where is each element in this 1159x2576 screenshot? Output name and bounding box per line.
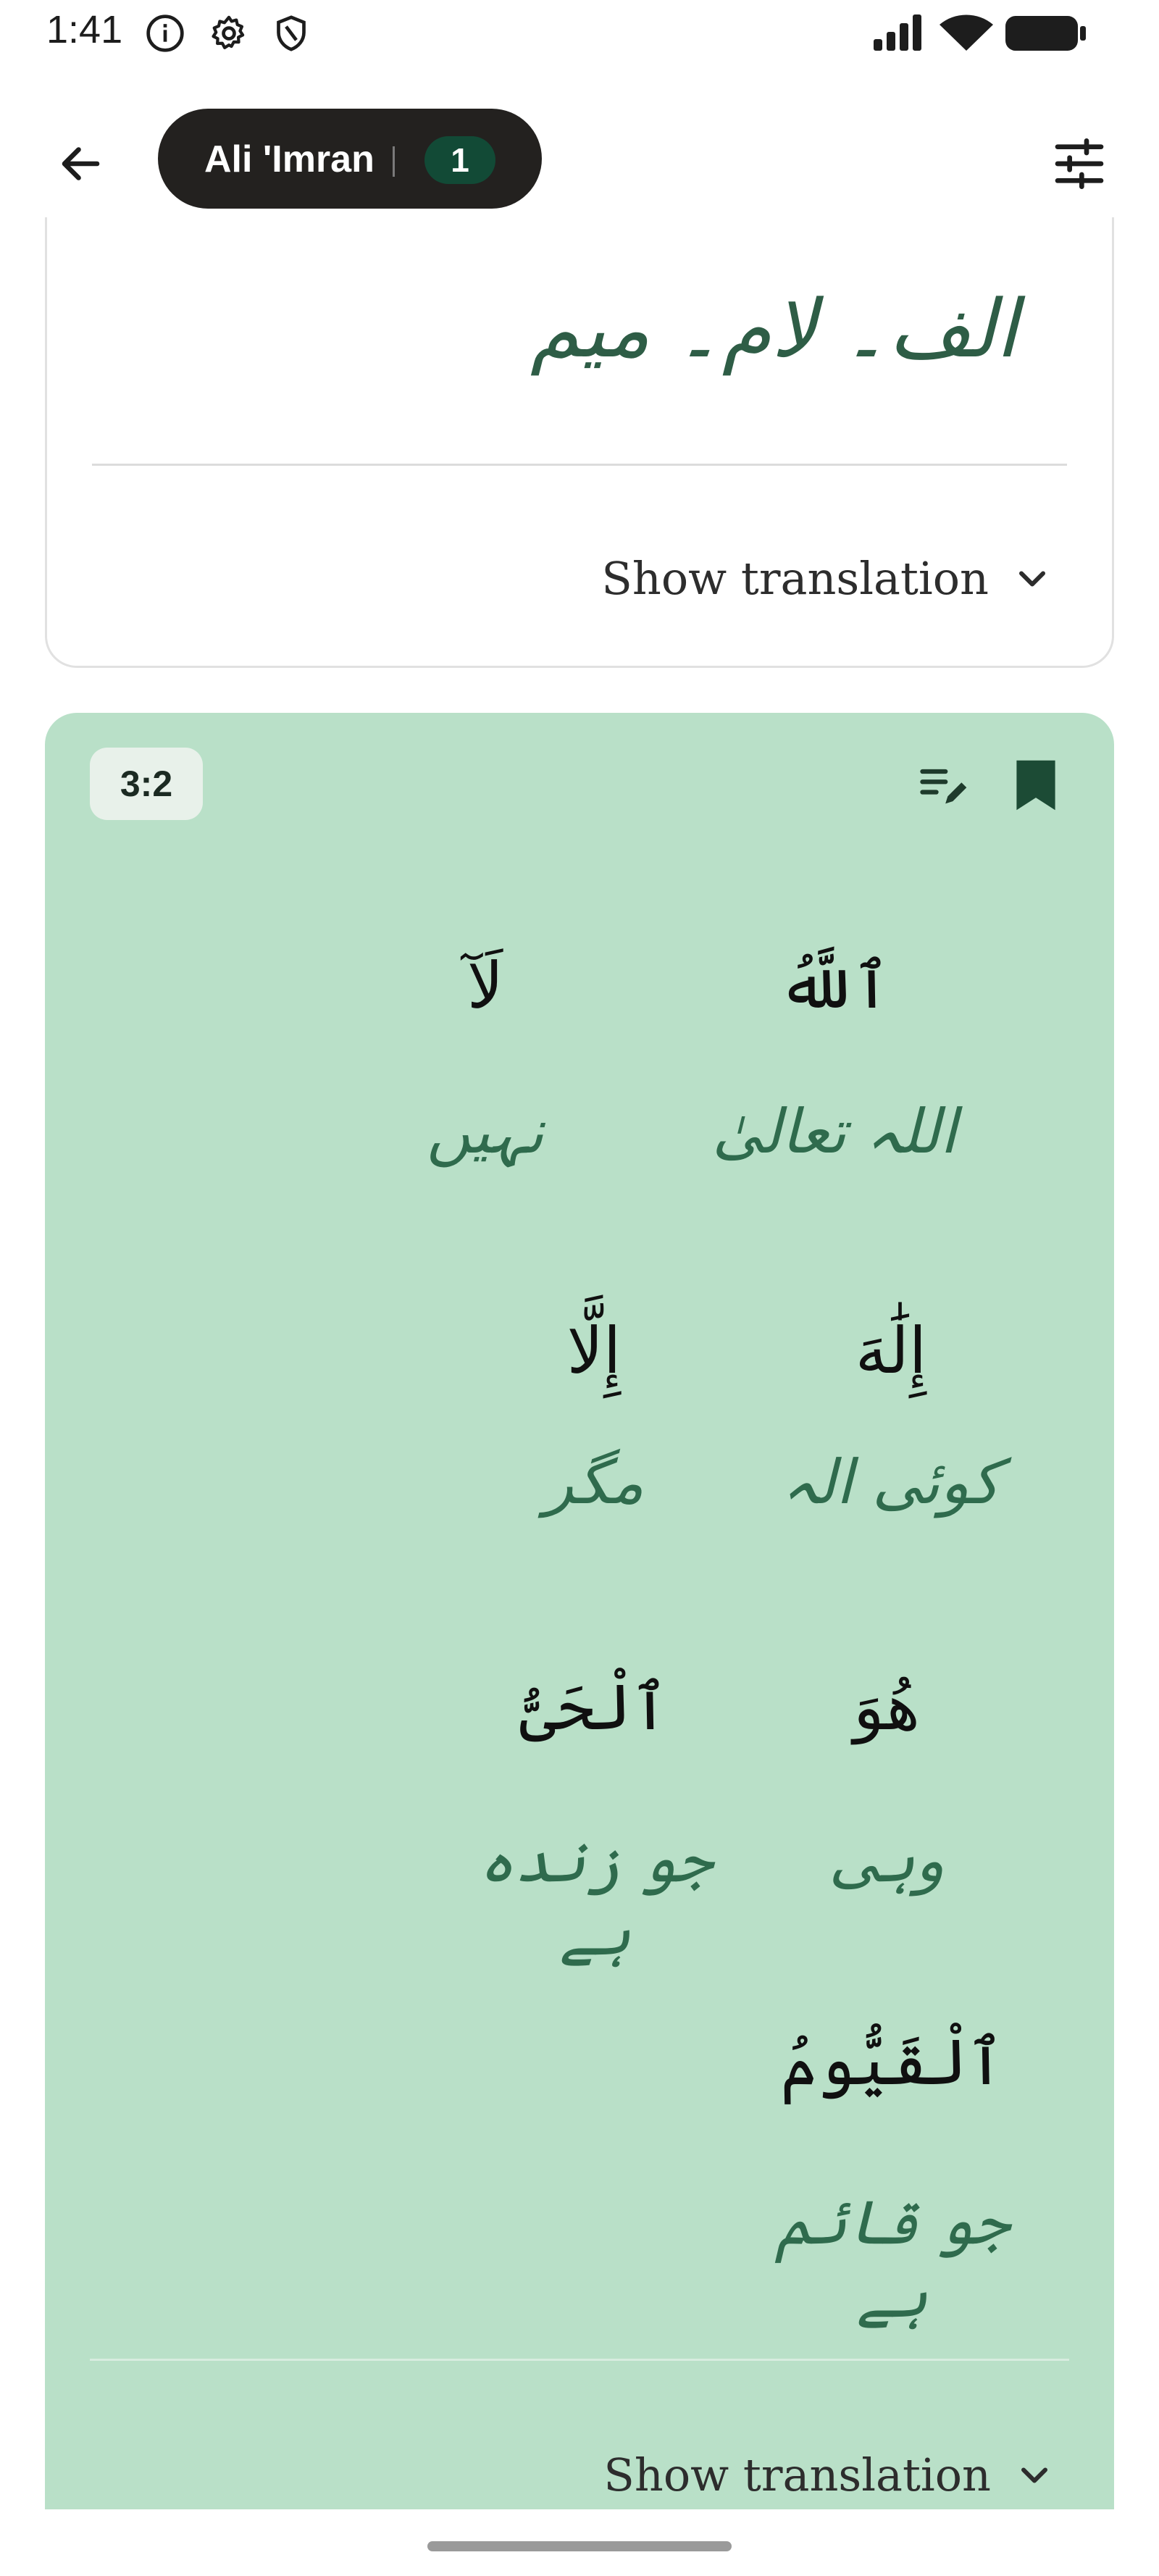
word-meaning: کوئی الہ — [761, 1446, 1021, 1519]
top-app-bar: Ali 'Imran 1 — [0, 101, 1159, 217]
surah-chip[interactable]: Ali 'Imran 1 — [158, 109, 542, 209]
tune-icon — [1055, 138, 1104, 189]
bookmark-button[interactable] — [1005, 755, 1066, 816]
chevron-down-icon — [1019, 571, 1045, 586]
word-arabic: إِلَّا — [566, 1313, 622, 1388]
word-item[interactable]: إِلَٰهَ — [761, 1313, 1021, 1389]
wifi-icon — [939, 14, 994, 55]
bookmark-icon — [1016, 760, 1055, 811]
verse-card-1: الف۔ لام۔ میم Show translation — [45, 217, 1114, 668]
word-item[interactable]: هُوَ — [756, 1669, 1017, 1746]
verse-card-2: 3:2 ٱللَّهُ اللہ تعالیٰ لَآ نہیں إِلَٰهَ… — [45, 713, 1114, 2509]
show-translation-label: Show translation — [601, 552, 989, 605]
word-item[interactable]: ٱللَّهُ — [704, 948, 965, 1024]
word-urdu: جو قائم ہے — [775, 2187, 1009, 2331]
word-meaning: وہی — [756, 1824, 1017, 1897]
info-icon — [145, 13, 185, 54]
card-divider — [90, 2359, 1069, 2361]
settings-gear-icon — [209, 13, 249, 54]
surah-count-badge: 1 — [424, 136, 495, 184]
word-urdu: اللہ تعالیٰ — [712, 1096, 957, 1167]
word-item[interactable]: إِلَّا — [464, 1313, 724, 1389]
show-translation-toggle[interactable]: Show translation — [603, 2449, 1056, 2501]
notes-button[interactable] — [913, 755, 974, 816]
show-translation-label: Show translation — [603, 2449, 991, 2501]
word-urdu: نہیں — [427, 1096, 544, 1167]
show-translation-toggle[interactable]: Show translation — [601, 552, 1054, 605]
word-meaning: جو زندہ ہے — [436, 1824, 755, 1970]
word-arabic: ٱللَّهُ — [778, 948, 891, 1023]
chevron-down-icon — [1021, 2467, 1047, 2483]
word-arabic: إِلَٰهَ — [855, 1313, 927, 1388]
word-arabic: ٱلْقَيُّومُ — [780, 2025, 1005, 2099]
home-indicator[interactable] — [427, 2541, 732, 2551]
back-button[interactable] — [43, 127, 116, 200]
verse-1-text: الف۔ لام۔ میم — [530, 283, 1018, 375]
chip-divider — [393, 146, 395, 177]
word-urdu: مگر — [544, 1447, 644, 1518]
word-meaning: نہیں — [355, 1095, 616, 1168]
surah-title: Ali 'Imran — [204, 138, 375, 180]
word-meaning: مگر — [464, 1446, 724, 1519]
card-divider — [92, 464, 1067, 466]
status-bar: 1:41 — [0, 0, 1159, 67]
word-arabic: ٱلْحَىُّ — [519, 1670, 669, 1744]
word-urdu: جو زندہ ہے — [478, 1825, 712, 1969]
word-meaning: اللہ تعالیٰ — [704, 1095, 965, 1168]
status-time: 1:41 — [46, 8, 123, 51]
edit-note-icon — [920, 769, 967, 804]
filter-button[interactable] — [1043, 127, 1116, 200]
word-item[interactable]: ٱلْقَيُّومُ — [769, 2024, 1016, 2101]
arrow-back-icon — [62, 147, 100, 180]
verse-number-badge: 3:2 — [90, 748, 203, 820]
word-meaning: جو قائم ہے — [740, 2186, 1045, 2333]
word-urdu: وہی — [829, 1825, 945, 1896]
word-item[interactable]: ٱلْحَىُّ — [464, 1669, 724, 1746]
signal-icon — [872, 14, 924, 55]
word-arabic: هُوَ — [853, 1670, 920, 1744]
word-arabic: لَآ — [466, 948, 504, 1023]
battery-icon — [1005, 16, 1087, 54]
word-urdu: کوئی الہ — [782, 1447, 1000, 1518]
word-item[interactable]: لَآ — [355, 948, 616, 1024]
shield-icon — [271, 13, 311, 54]
